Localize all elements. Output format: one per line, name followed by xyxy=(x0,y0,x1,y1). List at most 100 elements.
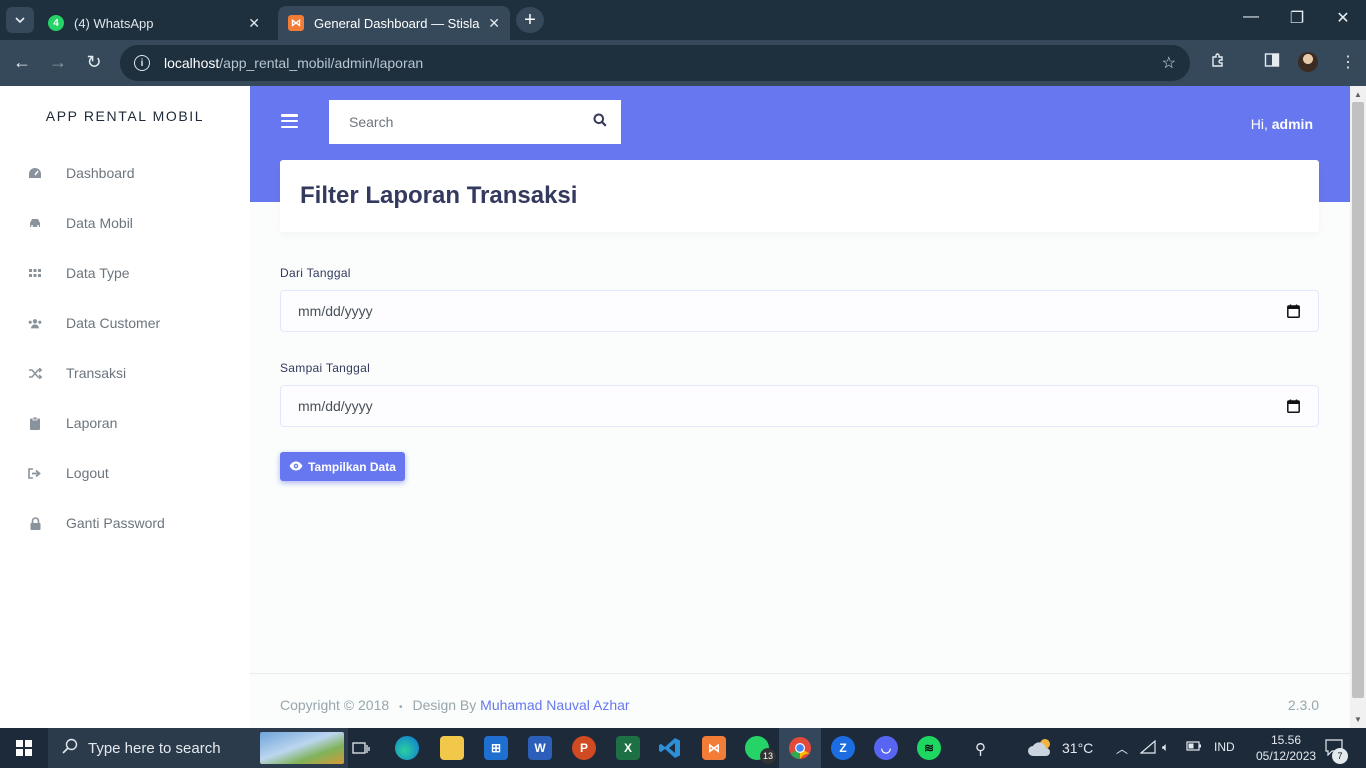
microsoft-store-icon[interactable]: ⊞ xyxy=(484,736,508,760)
tab-general-dashboard[interactable]: ⋈ General Dashboard — Stisla ✕ xyxy=(278,6,510,40)
from-date-input[interactable]: mm/dd/yyyy xyxy=(280,290,1319,332)
sidebar-toggle-icon[interactable] xyxy=(281,114,298,128)
to-date-input[interactable]: mm/dd/yyyy xyxy=(280,385,1319,427)
version-text: 2.3.0 xyxy=(1287,697,1319,713)
notification-badge: 7 xyxy=(1332,748,1348,764)
edge-icon[interactable] xyxy=(395,736,419,760)
lock-icon xyxy=(28,516,42,530)
taskbar-search[interactable]: Type here to search xyxy=(48,728,348,768)
powerpoint-icon[interactable]: P xyxy=(572,736,596,760)
xampp-icon[interactable]: ⋈ xyxy=(702,736,726,760)
footer: Copyright © 2018 • Design By Muhamad Nau… xyxy=(250,673,1350,728)
footer-separator: • xyxy=(399,702,403,713)
reload-icon[interactable]: ↻ xyxy=(82,52,106,73)
tab-title: General Dashboard — Stisla xyxy=(314,15,480,31)
footer-credits: Copyright © 2018 • Design By Muhamad Nau… xyxy=(280,697,630,713)
sidebar-item-label: Laporan xyxy=(66,415,118,431)
word-icon[interactable]: W xyxy=(528,736,552,760)
task-view-icon[interactable] xyxy=(349,736,373,760)
sidebar-item-logout[interactable]: Logout xyxy=(0,448,250,498)
windows-start-icon[interactable] xyxy=(16,740,32,756)
sidebar-item-ganti-password[interactable]: Ganti Password xyxy=(0,498,250,548)
search-input[interactable] xyxy=(329,100,579,144)
scroll-up-icon[interactable]: ▲ xyxy=(1354,90,1362,99)
sidebar-item-label: Dashboard xyxy=(66,165,135,181)
battery-icon[interactable] xyxy=(1186,740,1202,755)
eye-icon xyxy=(289,460,303,474)
from-date-label: Dari Tanggal xyxy=(280,266,351,280)
volume-icon[interactable]: 🔈︎ xyxy=(1162,740,1169,755)
weather-icon[interactable] xyxy=(1028,736,1056,761)
minimize-icon[interactable]: — xyxy=(1236,8,1266,26)
extensions-icon[interactable] xyxy=(1210,52,1226,73)
tampilkan-data-button[interactable]: Tampilkan Data xyxy=(280,452,405,481)
discord-icon[interactable]: ◡ xyxy=(874,736,898,760)
car-icon xyxy=(28,216,42,230)
new-tab-button[interactable]: + xyxy=(516,7,544,33)
vscode-icon[interactable] xyxy=(658,736,682,760)
design-by-text: Design By xyxy=(412,697,477,713)
sidebar-item-label: Data Customer xyxy=(66,315,161,331)
bookmark-star-icon[interactable]: ☆ xyxy=(1162,53,1176,73)
close-window-icon[interactable]: ✕ xyxy=(1328,8,1358,28)
search-icon xyxy=(62,738,78,758)
browser-toolbar: ← → ↻ i localhost/app_rental_mobil/admin… xyxy=(0,40,1366,86)
sidebar-item-label: Transaksi xyxy=(66,365,127,381)
back-icon[interactable]: ← xyxy=(10,52,34,73)
button-label: Tampilkan Data xyxy=(308,459,396,474)
xampp-favicon-icon: ⋈ xyxy=(288,15,304,31)
forward-icon[interactable]: → xyxy=(46,52,70,73)
user-greeting[interactable]: Hi, admin xyxy=(1251,116,1313,132)
zoom-icon[interactable]: Z xyxy=(831,736,855,760)
address-bar[interactable]: i localhost/app_rental_mobil/admin/lapor… xyxy=(120,45,1190,81)
grid-icon xyxy=(28,266,42,280)
sidebar-item-transaksi[interactable]: Transaksi xyxy=(0,348,250,398)
section-header: Filter Laporan Transaksi xyxy=(280,160,1319,232)
to-date-label: Sampai Tanggal xyxy=(280,361,371,375)
scroll-down-icon[interactable]: ▼ xyxy=(1354,715,1362,724)
restore-icon[interactable]: ❐ xyxy=(1282,8,1312,28)
chrome-menu-icon[interactable]: ⋮ xyxy=(1340,52,1356,72)
sidebar-item-data-type[interactable]: Data Type xyxy=(0,248,250,298)
whatsapp-badge: 13 xyxy=(760,748,776,764)
date-placeholder: mm/dd/yyyy xyxy=(298,303,373,319)
close-tab-icon[interactable]: ✕ xyxy=(488,15,500,32)
sidebar: APP RENTAL MOBIL Dashboard Data Mobil Da… xyxy=(0,86,250,728)
calendar-icon[interactable] xyxy=(1287,399,1300,416)
sign-out-icon xyxy=(28,466,42,480)
sidebar-item-label: Data Mobil xyxy=(66,215,133,231)
show-hidden-icons-icon[interactable]: ︿ xyxy=(1116,740,1128,757)
search-icon[interactable] xyxy=(593,113,607,132)
clock-time: 15.56 xyxy=(1270,733,1302,747)
clock-date: 05/12/2023 xyxy=(1256,749,1317,763)
tab-whatsapp[interactable]: 4 (4) WhatsApp ✕ xyxy=(38,6,270,40)
profile-avatar[interactable] xyxy=(1298,52,1318,72)
language-indicator[interactable]: IND xyxy=(1214,740,1235,754)
file-explorer-icon[interactable] xyxy=(440,736,464,760)
page-scrollbar[interactable]: ▲ ▼ xyxy=(1350,86,1366,728)
author-link[interactable]: Muhamad Nauval Azhar xyxy=(480,697,629,713)
chevron-down-icon xyxy=(15,17,25,23)
username: admin xyxy=(1271,116,1313,132)
sidebar-item-label: Logout xyxy=(66,465,109,481)
chrome-icon[interactable] xyxy=(779,728,821,768)
page-title: Filter Laporan Transaksi xyxy=(300,182,578,209)
system-clock[interactable]: 15.56 05/12/2023 xyxy=(1256,732,1316,764)
sidebar-item-laporan[interactable]: Laporan xyxy=(0,398,250,448)
people-icon[interactable]: ⚲ xyxy=(975,740,986,758)
excel-icon[interactable]: X xyxy=(616,736,640,760)
scroll-thumb[interactable] xyxy=(1352,102,1364,698)
spotify-icon[interactable]: ≋ xyxy=(917,736,941,760)
brand-title[interactable]: APP RENTAL MOBIL xyxy=(0,108,250,124)
close-tab-icon[interactable]: ✕ xyxy=(248,15,260,32)
whatsapp-icon: 4 xyxy=(48,15,64,31)
network-icon[interactable] xyxy=(1139,739,1156,757)
sidebar-item-data-customer[interactable]: Data Customer xyxy=(0,298,250,348)
sidebar-item-data-mobil[interactable]: Data Mobil xyxy=(0,198,250,248)
side-panel-icon[interactable] xyxy=(1264,52,1280,73)
sidebar-item-dashboard[interactable]: Dashboard xyxy=(0,148,250,198)
tab-search-button[interactable] xyxy=(6,7,34,33)
site-info-icon[interactable]: i xyxy=(134,55,150,71)
calendar-icon[interactable] xyxy=(1287,304,1300,321)
temperature[interactable]: 31°C xyxy=(1062,740,1093,756)
